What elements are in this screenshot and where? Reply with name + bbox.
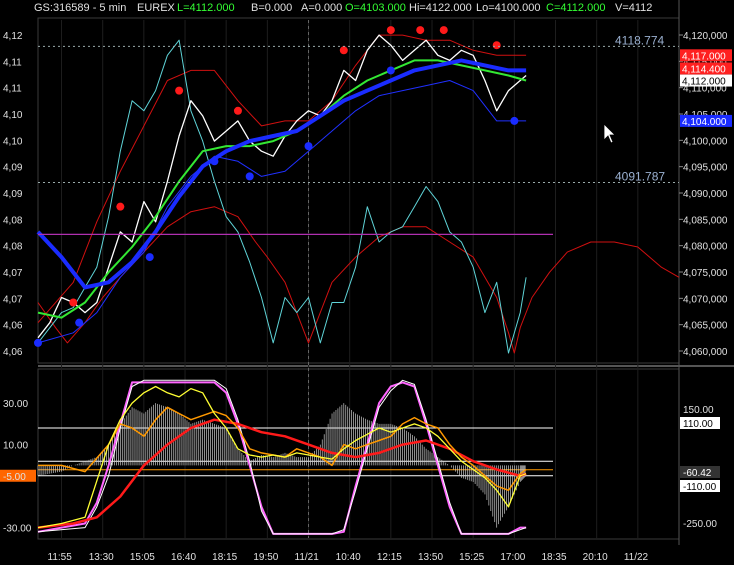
price-tag: 4,114.400: [680, 62, 732, 75]
price-right-tick-label: 4,075,000: [683, 268, 728, 279]
price-left-tick-label: 4,10: [3, 110, 23, 121]
price-right-tick-label: 4,080,000: [683, 242, 728, 253]
price-left-tick-label: 4,09: [3, 163, 23, 174]
blue-signal-dot: [245, 172, 254, 181]
price-right-tick-label: 4,100,000: [683, 136, 728, 147]
price-left-tick-label: 4,07: [3, 268, 23, 279]
time-tick-label: 11:55: [48, 552, 73, 563]
time-tick-label: 11/22: [624, 552, 649, 563]
header-exchange: EUREX: [137, 2, 175, 14]
level-label: 4091.787: [615, 170, 665, 184]
price-right-tick-label: 4,095,000: [683, 163, 728, 174]
price-tag-label: 4,104.000: [682, 117, 727, 128]
header-low: Lo=4100.000: [476, 2, 541, 14]
blue-signal-dot: [145, 253, 154, 262]
price-left-tick-label: 4,12: [3, 31, 23, 42]
price-right-tick-label: 4,120,000: [683, 31, 728, 42]
header-last: L=4112.000: [177, 2, 235, 14]
price-left-tick-label: 4,06: [3, 347, 23, 358]
price-left-tick-label: 4,06: [3, 321, 23, 332]
price-tag: 4,112.000: [680, 74, 732, 88]
oscillator-right-tick-label: -60.42: [683, 468, 712, 479]
price-right-tick-label: 4,070,000: [683, 294, 728, 305]
price-left-tick-label: 4,08: [3, 242, 23, 253]
price-tag: 4,104.000: [680, 114, 732, 128]
quote-header: GS:316589 - 5 min EUREX L=4112.000 B=0.0…: [0, 0, 734, 16]
time-tick-label: 15:05: [130, 552, 155, 563]
red-signal-dot: [492, 41, 501, 50]
blue-signal-dot: [210, 157, 219, 166]
blue-signal-dot: [386, 66, 395, 75]
price-left-tick-label: 4,08: [3, 215, 23, 226]
price-right-tick-label: 4,090,000: [683, 189, 728, 200]
time-tick-label: 12:15: [377, 552, 402, 563]
blue-signal-dot: [75, 318, 84, 327]
red-signal-dot: [175, 86, 184, 95]
price-left-tick-label: 4,09: [3, 189, 23, 200]
oscillator-right-tick-label: 110.00: [683, 419, 713, 430]
price-tag-label: 4,117.000: [682, 51, 726, 62]
header-high: Hi=4122.000: [409, 2, 472, 14]
header-volume: V=4112: [615, 2, 653, 14]
time-tick-label: 20:10: [583, 552, 608, 563]
header-symbol: GS:316589 - 5 min: [34, 2, 127, 14]
time-tick-label: 18:15: [212, 552, 237, 563]
oscillator-left-tick-label: -30.00: [3, 524, 32, 535]
header-ask: A=0.000: [301, 2, 343, 14]
price-tag-label: 4,112.000: [682, 77, 726, 88]
blue-signal-dot: [510, 116, 519, 125]
red-signal-dot: [233, 106, 242, 115]
red-signal-dot: [339, 46, 348, 55]
price-right-tick-label: 4,060,000: [683, 347, 728, 358]
time-axis: 11:55 13:30 15:05 16:40 18:15 19:50 11/21 10:40…: [48, 552, 649, 563]
price-left-tick-label: 4,10: [3, 136, 23, 147]
header-bid: B=0.000: [251, 2, 293, 14]
time-tick-label: 15:25: [459, 552, 484, 563]
header-open: O=4103.000: [345, 2, 406, 14]
price-left-tick-label: 4,07: [3, 294, 23, 305]
price-right-tick-label: 4,085,000: [683, 215, 728, 226]
oscillator-left-tick-label: -5.00: [3, 472, 26, 483]
time-tick-label: 10:40: [336, 552, 361, 563]
chart-canvas: 4118.774 4091.787 4,12 4,11 4,11 4,10 4,10 4,0…: [0, 0, 734, 565]
price-tag: 4,117.000: [680, 49, 732, 62]
header-close: C=4112.000: [546, 2, 606, 14]
price-left-tick-label: 4,11: [3, 57, 22, 68]
red-signal-dot: [439, 26, 448, 35]
price-tag-label: 4,114.400: [682, 64, 726, 75]
red-signal-dot: [69, 298, 78, 307]
time-tick-label: 13:50: [418, 552, 443, 563]
oscillator-left-tick-label: 30.00: [3, 399, 28, 410]
red-signal-dot: [116, 202, 125, 211]
time-tick-label: 18:35: [542, 552, 567, 563]
oscillator-right-tick-label: 150.00: [683, 405, 714, 416]
time-tick-label: 19:50: [253, 552, 278, 563]
oscillator-right-tick-label: -250.00: [683, 519, 717, 530]
oscillator-left-tick-label: 10.00: [3, 441, 28, 452]
blue-signal-dot: [34, 338, 42, 347]
time-tick-label: 16:40: [171, 552, 196, 563]
time-tick-label: 17:00: [500, 552, 525, 563]
red-signal-dot: [386, 26, 395, 35]
level-label: 4118.774: [615, 33, 664, 47]
time-tick-label: 11/21: [295, 552, 320, 563]
blue-signal-dot: [304, 142, 313, 151]
price-right-tick-label: 4,065,000: [683, 321, 728, 332]
red-signal-dot: [416, 26, 425, 35]
price-left-tick-label: 4,11: [3, 84, 22, 95]
time-tick-label: 13:30: [89, 552, 114, 563]
oscillator-right-tick-label: -110.00: [683, 482, 717, 493]
